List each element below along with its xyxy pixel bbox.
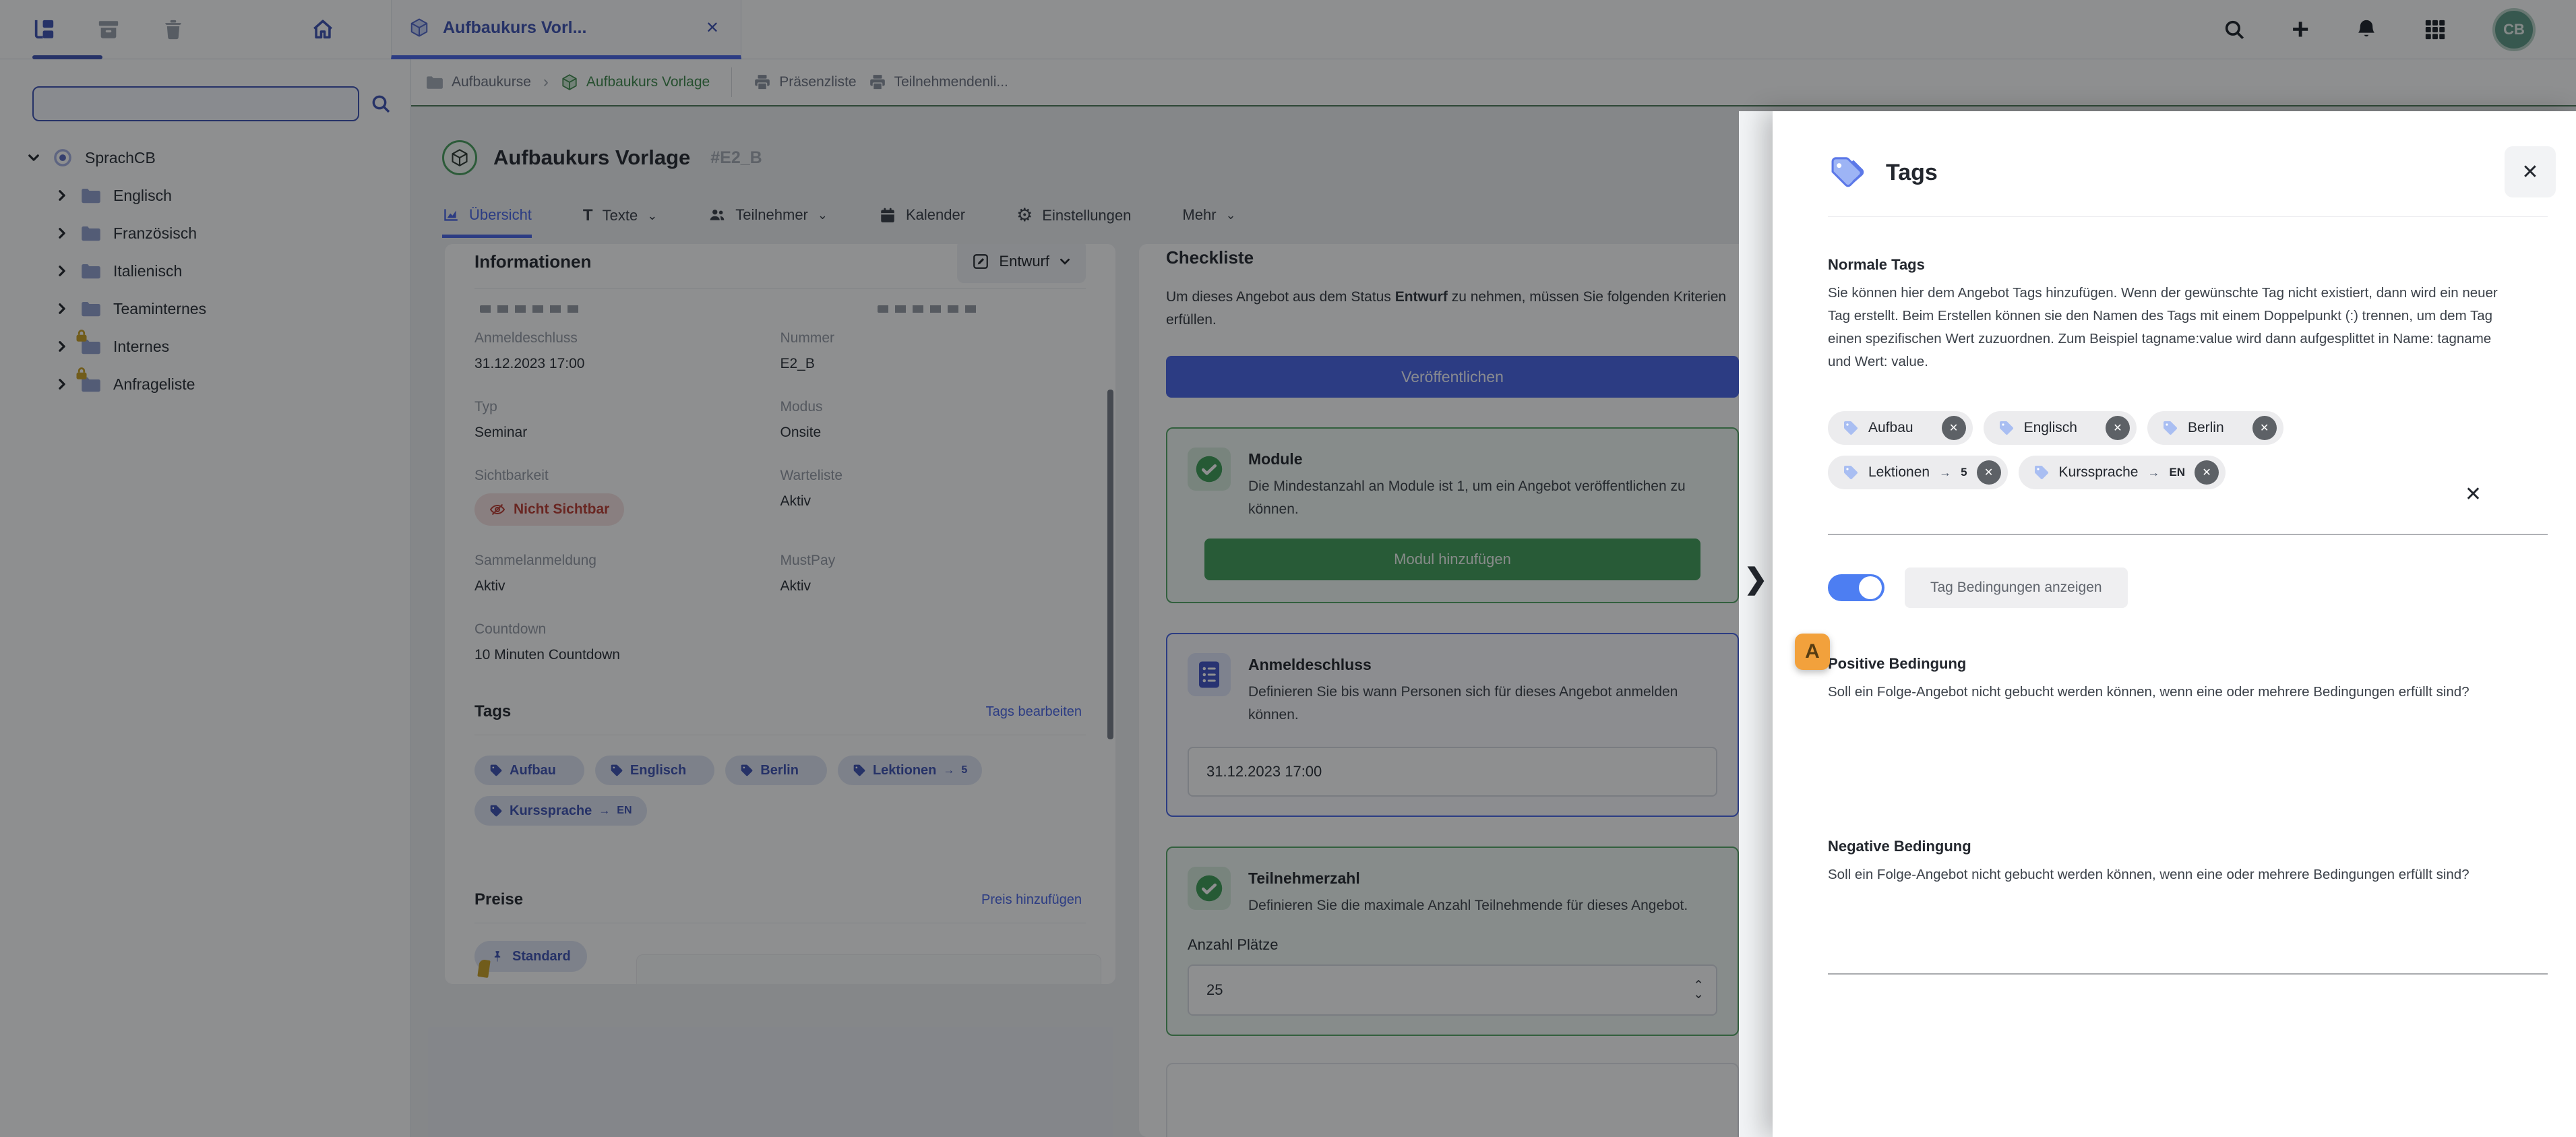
toggle-label[interactable]: Tag Bedingungen anzeigen [1905, 567, 2128, 608]
tags-icon [1831, 157, 1864, 187]
tag-chip: Kurssprache → EN ✕ [2018, 456, 2226, 489]
close-icon[interactable]: ✕ [2505, 146, 2556, 197]
remove-tag-icon[interactable]: ✕ [2195, 460, 2219, 485]
panel-tag-chip-list: Aufbau ✕ Englisch ✕ Berlin ✕ Lektionen → 5 ✕ K… [1828, 411, 2434, 489]
tag-chip: Aufbau ✕ [1828, 411, 1973, 445]
remove-tag-icon[interactable]: ✕ [1941, 416, 1966, 440]
tag-chip: Englisch ✕ [1983, 411, 2137, 445]
tag-label: Kurssprache [2058, 464, 2139, 480]
remove-tag-icon[interactable]: ✕ [2252, 416, 2277, 440]
panel-title: Tags [1886, 159, 1938, 185]
divider [1828, 973, 2548, 975]
remove-tag-icon[interactable]: ✕ [2105, 416, 2130, 440]
tag-icon [1844, 421, 1858, 435]
positive-condition-title: Positive Bedingung [1828, 655, 1967, 672]
panel-expand-icon[interactable]: ❯ [1740, 564, 1771, 594]
panel-gutter: ❯ [1739, 111, 1773, 1137]
tag-chip: Lektionen → 5 ✕ [1828, 456, 2008, 489]
divider [1828, 216, 2548, 217]
app-root: Aufbaukurs Vorl... ✕ + CB Aufbaukurse › … [0, 0, 2576, 1137]
tag-icon [2163, 421, 2177, 435]
positive-condition-description: Soll ein Folge-Angebot nicht gebucht wer… [1828, 684, 2470, 700]
tag-label: Englisch [2023, 420, 2077, 435]
clear-input-icon[interactable]: ✕ [2461, 482, 2486, 507]
negative-condition-description: Soll ein Folge-Angebot nicht gebucht wer… [1828, 867, 2470, 882]
accessibility-badge[interactable]: A [1795, 634, 1830, 670]
tag-label: Berlin [2187, 420, 2224, 435]
normal-tags-description: Sie können hier dem Angebot Tags hinzufü… [1828, 285, 2498, 369]
tag-arrow: → [2147, 465, 2160, 479]
tags-input-field[interactable]: Aufbau ✕ Englisch ✕ Berlin ✕ Lektionen → 5 ✕ K… [1828, 411, 2548, 535]
tag-icon [1844, 466, 1858, 479]
tag-arrow: → [1939, 465, 1952, 479]
tag-icon [1999, 421, 2013, 435]
tag-label: Aufbau [1868, 420, 1913, 435]
remove-tag-icon[interactable]: ✕ [1976, 460, 2001, 485]
tag-value: 5 [1961, 466, 1967, 479]
panel-header: Tags [1828, 146, 2548, 199]
toggle-switch[interactable] [1828, 574, 1884, 601]
tags-panel: Tags ✕ Normale Tags Sie können hier dem … [1773, 111, 2576, 1137]
negative-condition-section: Negative Bedingung Soll ein Folge-Angebo… [1828, 838, 2548, 886]
tag-conditions-toggle-row: Tag Bedingungen anzeigen [1828, 567, 2548, 608]
tag-value: EN [2169, 466, 2186, 479]
tag-icon [2034, 466, 2048, 479]
tag-label: Lektionen [1868, 464, 1930, 480]
positive-condition-section: Positive Bedingung Soll ein Folge-Angebo… [1828, 655, 2548, 703]
normal-tags-title: Normale Tags [1828, 256, 1925, 273]
tag-chip: Berlin ✕ [2147, 411, 2283, 445]
negative-condition-title: Negative Bedingung [1828, 838, 1971, 855]
